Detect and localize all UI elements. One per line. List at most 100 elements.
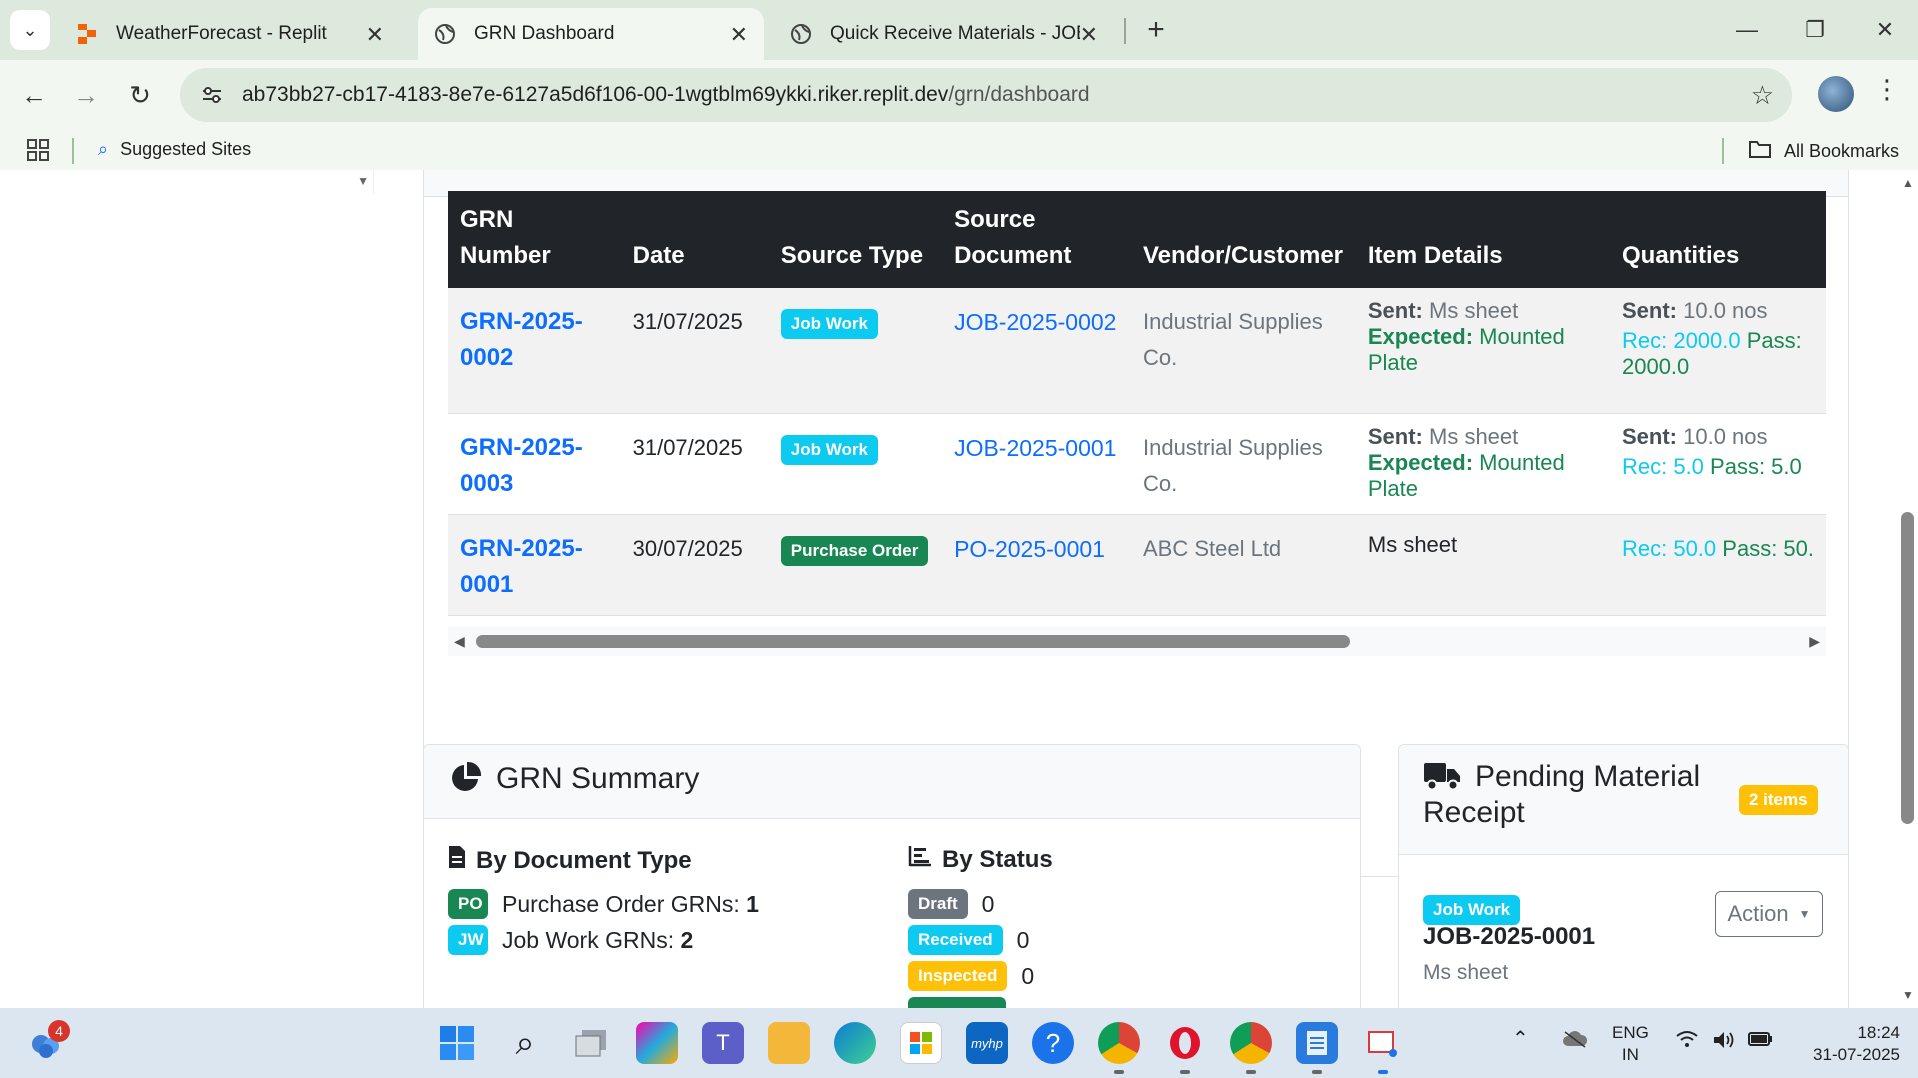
- new-tab-button[interactable]: +: [1136, 10, 1176, 50]
- po-badge: PO: [448, 889, 488, 919]
- apps-grid-icon[interactable]: [26, 138, 50, 162]
- browser-tab-strip: ⌄ WeatherForecast - Replit ✕ GRN Dashboa…: [0, 0, 1918, 60]
- task-view-icon[interactable]: [570, 1022, 612, 1064]
- chevron-up-icon[interactable]: ⌃: [1512, 1028, 1529, 1050]
- source-document-link[interactable]: JOB-2025-0002: [954, 309, 1116, 335]
- scrollbar-thumb[interactable]: [1901, 512, 1914, 824]
- table-row: GRN-2025- 0003 31/07/2025 Job Work JOB-20…: [448, 413, 1826, 515]
- scroll-down-arrow-icon[interactable]: ▼: [1902, 988, 1914, 1002]
- clock[interactable]: 18:24 31-07-2025: [1792, 1022, 1900, 1066]
- menu-kebab-icon[interactable]: ⋮: [1874, 74, 1900, 105]
- item-details-cell: Ms sheet: [1355, 514, 1610, 616]
- tab-search-button[interactable]: ⌄: [10, 10, 50, 50]
- col-header-item-details: Item Details: [1355, 191, 1610, 288]
- sidebar: ▼: [0, 170, 374, 194]
- reload-button[interactable]: ↻: [120, 75, 160, 115]
- teams-icon[interactable]: T: [702, 1022, 744, 1064]
- bookmark-separator: [1722, 138, 1724, 164]
- list-item: PO Purchase Order GRNs: 1: [448, 889, 759, 919]
- copilot-icon[interactable]: [636, 1022, 678, 1064]
- source-type-badge: Job Work: [780, 434, 878, 465]
- bookmark-star-icon[interactable]: ☆: [1751, 80, 1774, 111]
- bookmark-label: Suggested Sites: [120, 139, 252, 159]
- list-item: JW Job Work GRNs: 2: [448, 925, 693, 955]
- running-indicator: [1114, 1070, 1124, 1074]
- horizontal-scrollbar[interactable]: ◀ ▶: [448, 626, 1826, 656]
- close-icon[interactable]: ✕: [730, 22, 748, 48]
- all-bookmarks-button[interactable]: All Bookmarks: [1748, 139, 1899, 164]
- snipping-tool-icon[interactable]: [1362, 1022, 1404, 1064]
- vertical-scrollbar[interactable]: ▲ ▼: [1898, 170, 1918, 1008]
- col-header-source-type: Source Type: [768, 191, 943, 288]
- file-explorer-icon[interactable]: [768, 1022, 810, 1064]
- scroll-right-arrow-icon[interactable]: ▶: [1809, 633, 1820, 650]
- source-document-link[interactable]: JOB-2025-0001: [954, 435, 1116, 461]
- running-indicator: [1312, 1070, 1322, 1074]
- grn-number-link[interactable]: GRN-2025- 0002: [460, 308, 583, 371]
- bookmark-label: All Bookmarks: [1784, 141, 1900, 161]
- profile-avatar[interactable]: [1818, 76, 1854, 112]
- restore-button[interactable]: ❐: [1790, 10, 1840, 50]
- suggested-sites-bookmark[interactable]: ⌕ Suggested Sites: [98, 139, 251, 160]
- windows-taskbar: 4 ⌕ T myhp ? ⌃ ENG IN 18:24 31-07-2025: [0, 1008, 1918, 1078]
- minimize-button[interactable]: —: [1722, 10, 1772, 50]
- tab-quick-receive[interactable]: Quick Receive Materials - JOB-2 ✕: [774, 8, 1114, 60]
- window-close-button[interactable]: ✕: [1860, 10, 1910, 50]
- caret-down-icon[interactable]: ▼: [357, 174, 369, 188]
- scroll-up-arrow-icon[interactable]: ▲: [1902, 176, 1914, 190]
- myhp-icon[interactable]: myhp: [966, 1022, 1008, 1064]
- globe-icon: [790, 23, 812, 45]
- folder-icon: [1748, 139, 1772, 164]
- wifi-icon[interactable]: [1676, 1030, 1698, 1054]
- scrollbar-thumb[interactable]: [476, 635, 1350, 648]
- search-icon[interactable]: ⌕: [504, 1022, 546, 1064]
- item-details-cell: Sent: Ms sheet Expected: Mounted Plate: [1355, 288, 1610, 414]
- tab-grn-dashboard[interactable]: GRN Dashboard ✕: [418, 8, 764, 60]
- grn-table: GRN Number Date Source Type Source Docume…: [448, 191, 1826, 616]
- page-viewport: ▼ GRN Number Date Source Type Source Docu…: [0, 170, 1918, 1008]
- notepad-icon[interactable]: [1296, 1022, 1338, 1064]
- vendor-cell: Industrial Supplies Co.: [1130, 413, 1356, 515]
- site-settings-icon[interactable]: [194, 77, 230, 113]
- forward-button[interactable]: →: [66, 75, 106, 115]
- back-button[interactable]: ←: [14, 75, 54, 115]
- replit-icon: [76, 23, 98, 45]
- quantities-cell: Sent: 10.0 nos Rec: 2000.0 Pass: 2000.0: [1609, 288, 1826, 414]
- list-item: Inspected 0: [908, 961, 1034, 991]
- chrome-icon[interactable]: [1230, 1022, 1272, 1064]
- card-header: Pending Material Receipt 2 items: [1399, 745, 1848, 855]
- bookmarks-bar: ⌕ Suggested Sites All Bookmarks: [0, 130, 1918, 170]
- action-dropdown-button[interactable]: Action ▼: [1715, 891, 1823, 937]
- chrome-profile-icon[interactable]: [1098, 1022, 1140, 1064]
- source-document-link[interactable]: PO-2025-0001: [954, 536, 1105, 562]
- onedrive-icon[interactable]: [1562, 1030, 1588, 1054]
- close-icon[interactable]: ✕: [366, 22, 384, 48]
- close-icon[interactable]: ✕: [1080, 22, 1098, 48]
- table-header-row: GRN Number Date Source Type Source Docume…: [448, 191, 1826, 288]
- caret-down-icon: ▼: [1798, 907, 1811, 921]
- source-type-badge: Job Work: [780, 309, 878, 339]
- source-type-badge: Job Work: [1423, 895, 1521, 925]
- store-icon[interactable]: [900, 1022, 942, 1064]
- windows-start-icon[interactable]: [436, 1022, 478, 1064]
- opera-icon[interactable]: [1164, 1022, 1206, 1064]
- notification-badge: 4: [48, 1020, 70, 1042]
- col-header-date: Date: [620, 191, 769, 288]
- help-icon[interactable]: ?: [1032, 1022, 1074, 1064]
- vendor-cell: Industrial Supplies Co.: [1130, 288, 1356, 414]
- bookmark-separator: [72, 138, 74, 164]
- tab-weatherforecast[interactable]: WeatherForecast - Replit ✕: [60, 8, 400, 60]
- grn-number-link[interactable]: GRN-2025- 0003: [460, 434, 583, 497]
- grn-number-link[interactable]: GRN-2025- 0001: [460, 535, 583, 598]
- by-status-heading: By Status: [908, 845, 1053, 874]
- browser-toolbar: ← → ↻ ab73bb27-cb17-4183-8e7e-6127a5d6f1…: [0, 60, 1918, 130]
- scroll-left-arrow-icon[interactable]: ◀: [454, 633, 465, 650]
- address-bar[interactable]: ab73bb27-cb17-4183-8e7e-6127a5d6f106-00-…: [180, 68, 1792, 122]
- card-title: Pending Material Receipt: [1423, 760, 1701, 829]
- edge-icon[interactable]: [834, 1022, 876, 1064]
- vendor-cell: ABC Steel Ltd: [1130, 514, 1356, 616]
- language-indicator[interactable]: ENG IN: [1612, 1022, 1649, 1066]
- battery-icon[interactable]: [1748, 1030, 1774, 1054]
- status-badge: Draft: [908, 889, 968, 919]
- volume-icon[interactable]: [1712, 1030, 1736, 1056]
